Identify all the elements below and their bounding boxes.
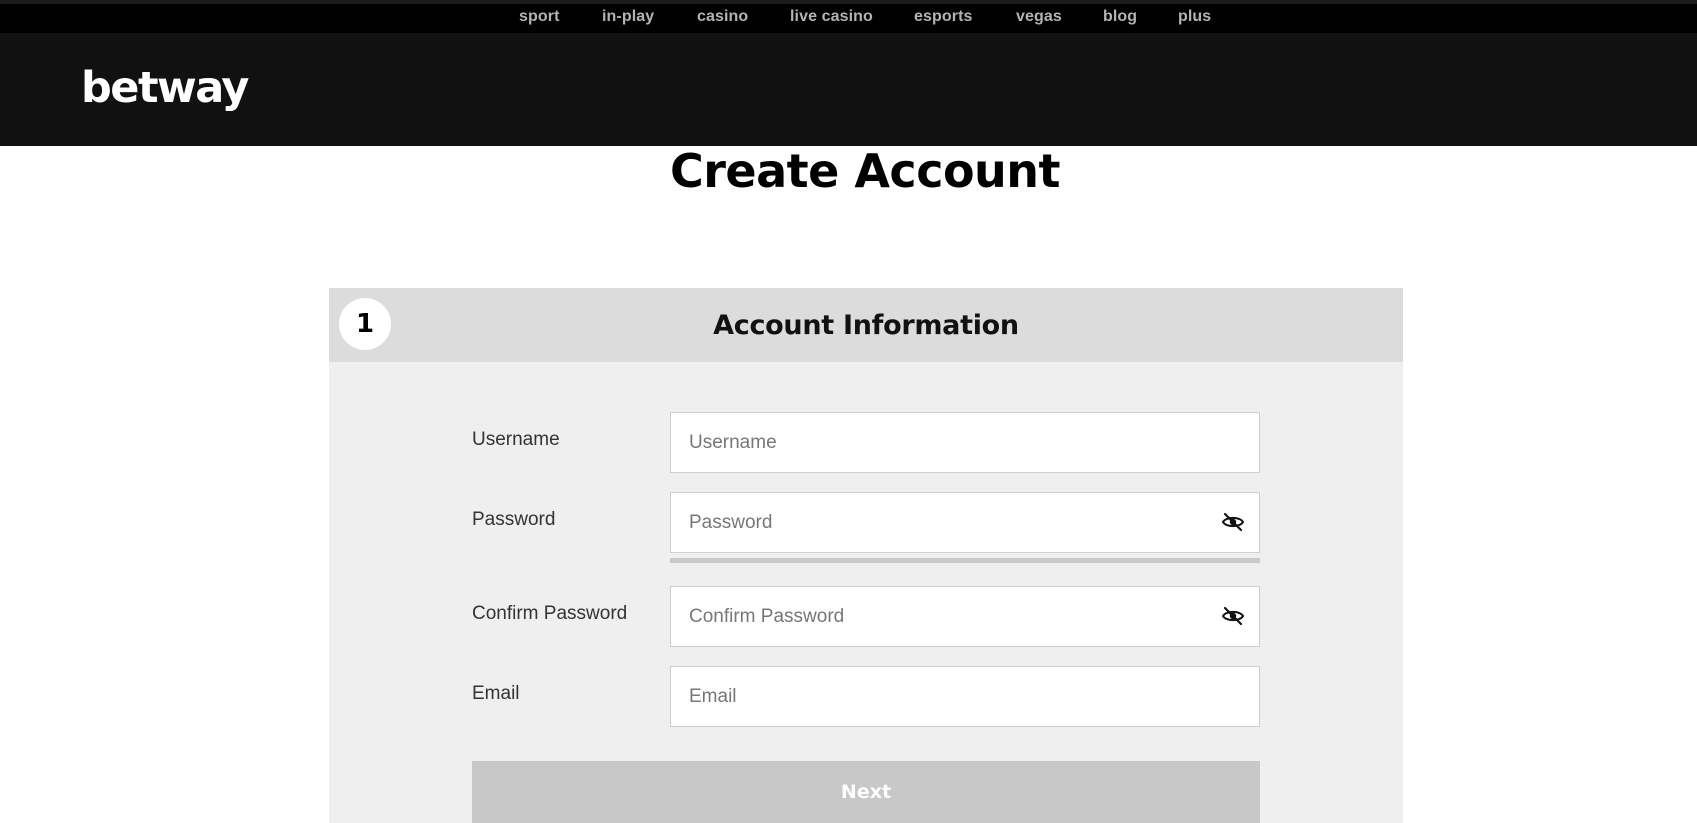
account-form-panel: 1 Account Information Username Password … [329, 288, 1403, 823]
password-strength-bar [670, 558, 1260, 563]
nav-item-in-play[interactable]: in-play [602, 8, 654, 26]
email-input[interactable] [670, 666, 1260, 727]
nav-item-casino[interactable]: casino [697, 8, 748, 26]
confirm-password-input[interactable] [670, 586, 1260, 647]
page-title: Create Account [669, 144, 1061, 198]
next-button[interactable]: Next [472, 761, 1260, 823]
nav-item-live-casino[interactable]: live casino [790, 8, 873, 26]
username-label: Username [472, 429, 560, 450]
nav-item-blog[interactable]: blog [1103, 8, 1137, 26]
password-input[interactable] [670, 492, 1260, 553]
site-header: betway [0, 33, 1697, 146]
nav-item-esports[interactable]: esports [914, 8, 973, 26]
eye-slash-icon[interactable] [1221, 604, 1245, 628]
password-label: Password [472, 509, 556, 530]
top-nav: sport in-play casino live casino esports… [0, 0, 1697, 33]
confirm-password-label: Confirm Password [472, 603, 628, 624]
username-input[interactable] [670, 412, 1260, 473]
nav-item-plus[interactable]: plus [1178, 8, 1211, 26]
step-header: 1 Account Information [329, 288, 1403, 362]
eye-slash-icon[interactable] [1221, 510, 1245, 534]
nav-item-sport[interactable]: sport [519, 8, 560, 26]
step-title: Account Information [713, 310, 1019, 341]
email-label: Email [472, 683, 520, 704]
betway-logo[interactable]: betway [81, 63, 249, 113]
top-nav-list: sport in-play casino live casino esports… [0, 4, 1697, 33]
nav-item-vegas[interactable]: vegas [1016, 8, 1062, 26]
